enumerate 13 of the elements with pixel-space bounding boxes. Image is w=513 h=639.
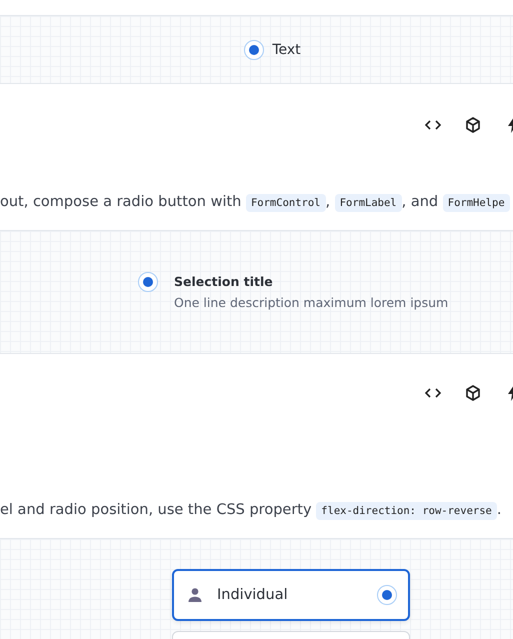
description-text: el and radio position, use the CSS property flex-direction: row-reverse .	[0, 501, 502, 522]
radio-button[interactable]	[244, 40, 264, 60]
radio-button[interactable]	[138, 272, 158, 292]
cube-icon[interactable]	[464, 384, 482, 402]
radio-title: Selection title	[174, 274, 274, 289]
radio-label: Text	[272, 42, 301, 58]
option-card[interactable]: Individual	[172, 569, 410, 621]
option-label: Individual	[217, 587, 289, 603]
radio-button[interactable]	[377, 585, 397, 605]
person-icon	[187, 587, 203, 603]
radio-description: One line description maximum lorem ipsum	[174, 295, 448, 310]
description-text: out, compose a radio button with FormControl , FormLabel , and FormHelpe	[0, 189, 510, 215]
cube-icon[interactable]	[464, 116, 482, 134]
